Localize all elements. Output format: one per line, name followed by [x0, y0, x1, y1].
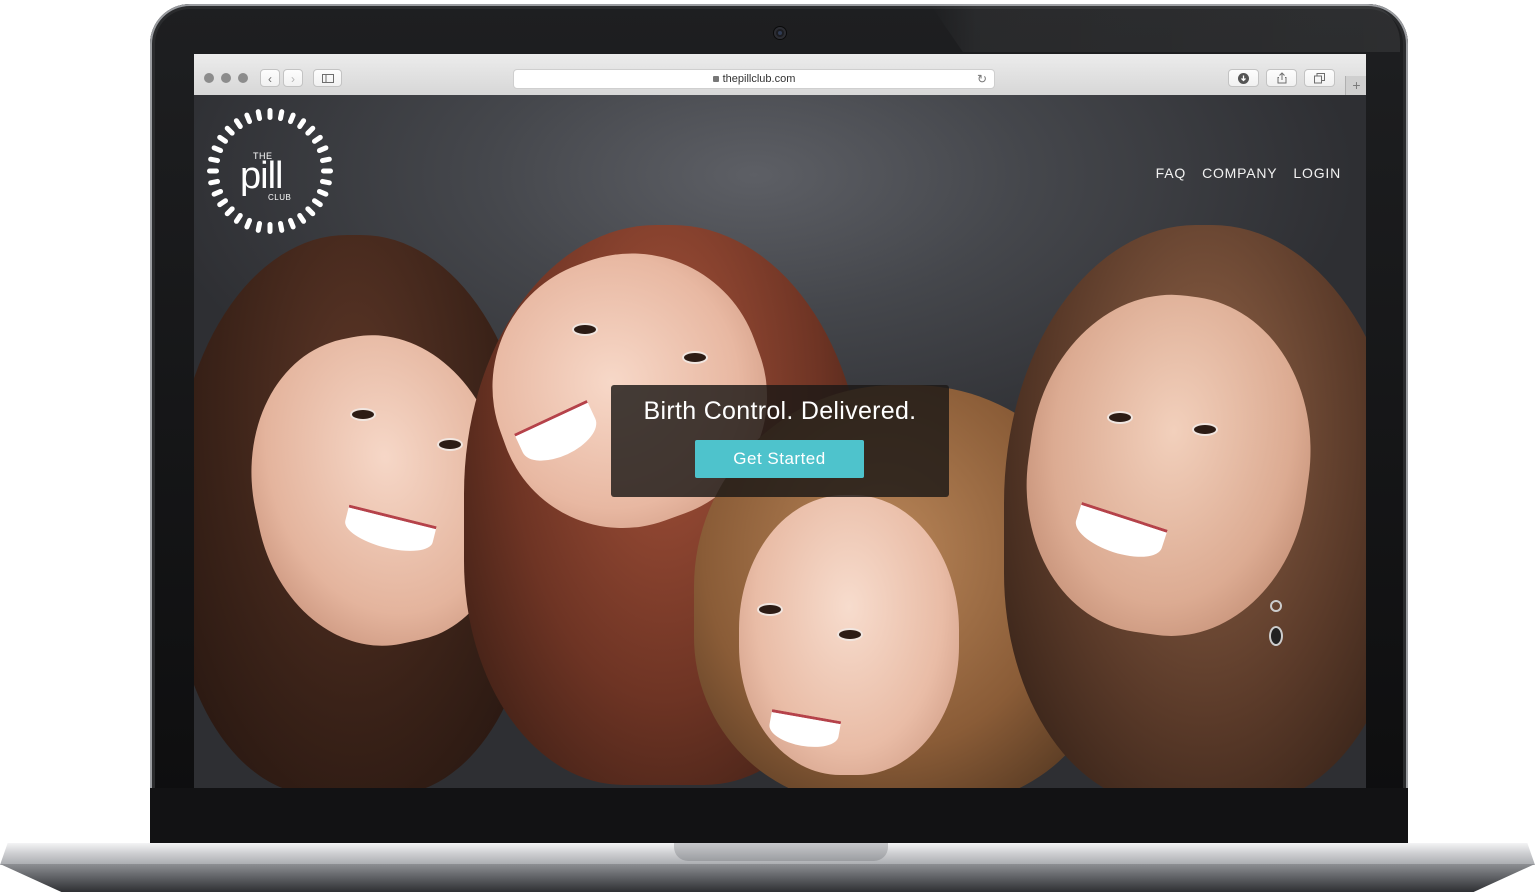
logo-ring-dash: [287, 112, 296, 125]
photo-eye: [574, 325, 596, 334]
logo-ring-dash: [305, 206, 316, 217]
photo-eye: [759, 605, 781, 614]
logo-ring-dash: [319, 156, 332, 164]
photo-eye: [839, 630, 861, 639]
web-page: THE pill CLUB FAQ COMPANY LOGIN Birth Co…: [194, 95, 1366, 788]
logo-ring-dash: [311, 198, 323, 208]
chevron-left-icon: ‹: [268, 72, 272, 86]
logo-ring-dash: [277, 109, 285, 122]
share-button[interactable]: [1266, 69, 1297, 87]
webcam-icon: [774, 27, 786, 39]
tabs-icon: [1314, 73, 1325, 84]
new-tab-button[interactable]: +: [1345, 76, 1366, 95]
nav-login-link[interactable]: LOGIN: [1293, 165, 1341, 181]
lid-glare: [930, 4, 1400, 52]
nav-faq-link[interactable]: FAQ: [1156, 165, 1186, 181]
browser-toolbar: ‹ › thepillclub.com ↻ +: [194, 54, 1366, 96]
logo-ring-dash: [217, 198, 229, 208]
photo-eye: [352, 410, 374, 419]
earring-icon: [1269, 600, 1283, 670]
laptop-base: [0, 864, 1535, 892]
logo-pill: pill: [240, 155, 283, 197]
share-icon: [1277, 72, 1286, 84]
screen: ‹ › thepillclub.com ↻ + THE pill CLUB FA…: [194, 54, 1366, 788]
logo-ring-dash: [208, 178, 221, 186]
logo-ring-dash: [267, 108, 273, 120]
sidebar-icon: [321, 74, 334, 83]
url-text: thepillclub.com: [722, 73, 796, 85]
photo-eye: [684, 353, 706, 362]
reload-icon[interactable]: ↻: [977, 70, 987, 88]
logo-ring-dash: [244, 217, 253, 230]
hero-box: Birth Control. Delivered. Get Started: [611, 385, 949, 497]
logo-ring-dash: [244, 112, 253, 125]
lock-icon: [712, 76, 719, 82]
logo-ring-dash: [233, 212, 243, 224]
back-button[interactable]: ‹: [260, 69, 280, 87]
logo-ring-dash: [316, 188, 329, 197]
hero-headline: Birth Control. Delivered.: [643, 397, 917, 425]
download-icon: [1238, 73, 1249, 84]
logo-ring-dash: [277, 220, 285, 233]
logo-ring-dash: [321, 168, 333, 174]
logo-ring-dash: [297, 118, 307, 130]
logo-ring-dash: [255, 109, 263, 122]
sidebar-toggle-button[interactable]: [313, 69, 342, 87]
logo-ring-dash: [224, 206, 235, 217]
nav-company-link[interactable]: COMPANY: [1202, 165, 1277, 181]
window-zoom-button[interactable]: [238, 73, 248, 83]
logo-ring-dash: [319, 178, 332, 186]
logo-ring-dash: [255, 220, 263, 233]
logo-club: CLUB: [268, 193, 292, 202]
pill-club-logo[interactable]: THE pill CLUB: [206, 107, 334, 235]
laptop-mockup: ‹ › thepillclub.com ↻ + THE pill CLUB FA…: [0, 0, 1535, 892]
logo-ring-dash: [297, 212, 307, 224]
logo-ring-dash: [211, 188, 224, 197]
address-bar[interactable]: thepillclub.com ↻: [513, 69, 995, 89]
laptop-notch: [674, 843, 888, 861]
logo-ring-dash: [208, 156, 221, 164]
logo-ring-dash: [207, 168, 219, 174]
tabs-overview-button[interactable]: [1304, 69, 1335, 87]
downloads-button[interactable]: [1228, 69, 1259, 87]
forward-button[interactable]: ›: [283, 69, 303, 87]
screen-bezel-bottom: [150, 788, 1408, 846]
logo-ring-dash: [311, 134, 323, 144]
logo-ring-dash: [287, 217, 296, 230]
logo-ring-dash: [267, 222, 273, 234]
logo-ring-dash: [233, 118, 243, 130]
window-close-button[interactable]: [204, 73, 214, 83]
logo-ring-dash: [224, 125, 235, 136]
photo-eye: [1194, 425, 1216, 434]
photo-eye: [439, 440, 461, 449]
chevron-right-icon: ›: [291, 72, 295, 86]
logo-ring-dash: [217, 134, 229, 144]
plus-icon: +: [1352, 77, 1361, 93]
main-nav: FAQ COMPANY LOGIN: [1156, 165, 1341, 181]
window-minimize-button[interactable]: [221, 73, 231, 83]
logo-ring-dash: [305, 125, 316, 136]
get-started-button[interactable]: Get Started: [695, 440, 864, 478]
photo-eye: [1109, 413, 1131, 422]
logo-ring-dash: [316, 145, 329, 154]
logo-ring-dash: [211, 145, 224, 154]
